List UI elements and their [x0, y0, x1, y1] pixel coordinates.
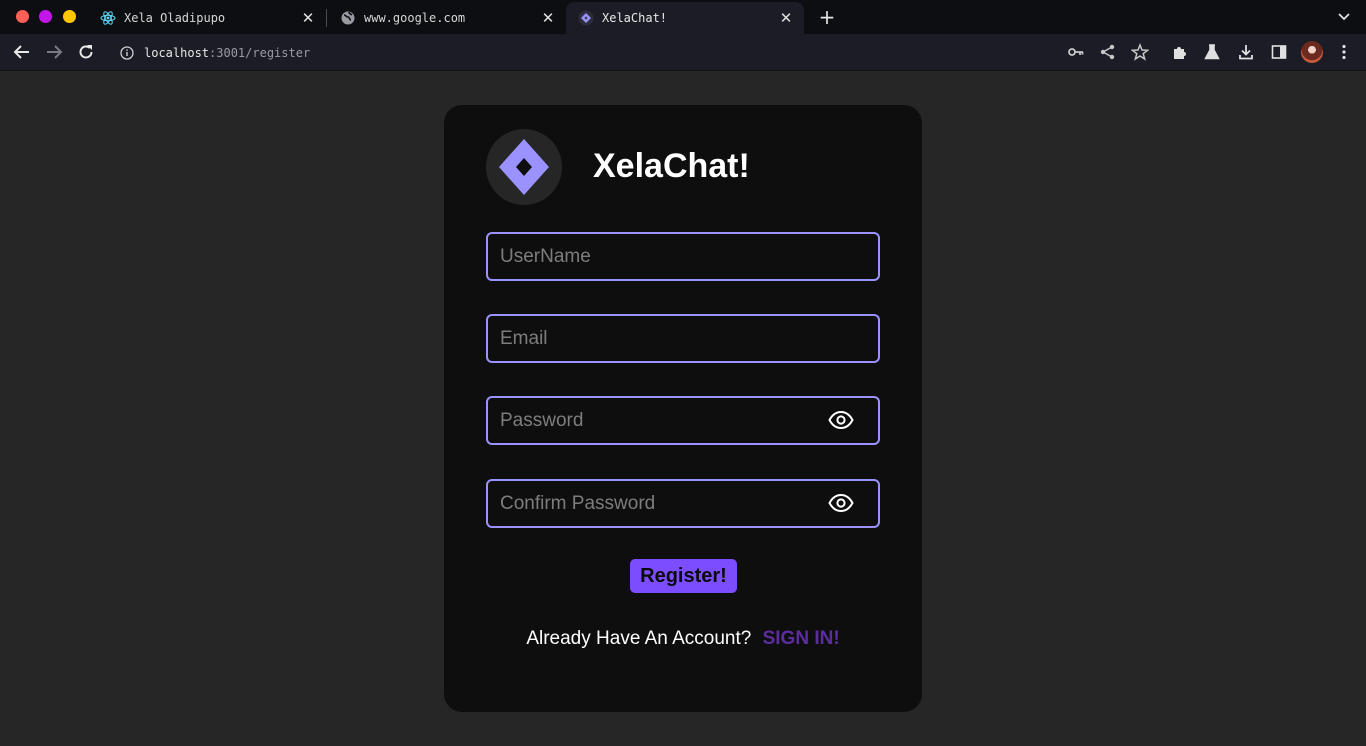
labs-flask-icon[interactable]: [1202, 42, 1222, 62]
tab-label: www.google.com: [364, 11, 466, 25]
xelachat-icon: [578, 10, 594, 26]
username-input[interactable]: [488, 234, 818, 279]
register-card: XelaChat! Register! Already Have An Acco…: [444, 105, 922, 712]
confirm-password-input[interactable]: [488, 481, 818, 526]
bookmark-star-icon[interactable]: [1130, 42, 1150, 62]
reload-icon[interactable]: [74, 41, 98, 63]
forward-arrow-icon[interactable]: [42, 41, 66, 63]
register-button[interactable]: Register!: [630, 559, 737, 593]
site-info-icon[interactable]: [120, 45, 134, 60]
tab-close-icon[interactable]: ✕: [778, 9, 794, 27]
confirm-password-field: [486, 479, 880, 528]
share-icon[interactable]: [1098, 42, 1118, 62]
tab-xelachat[interactable]: XelaChat! ✕: [566, 2, 804, 34]
tab-divider: [326, 9, 327, 27]
page-background: XelaChat! Register! Already Have An Acco…: [0, 71, 1366, 746]
url-host: localhost: [144, 45, 210, 60]
back-arrow-icon[interactable]: [10, 41, 34, 63]
browser-toolbar: localhost:3001/register: [0, 34, 1366, 71]
key-icon[interactable]: [1066, 42, 1086, 62]
react-icon: [100, 10, 116, 26]
signin-prompt: Already Have An Account?: [526, 628, 752, 649]
globe-icon: [340, 10, 356, 26]
username-field: [486, 232, 880, 281]
tab-label: Xela Oladipupo: [124, 11, 226, 25]
diamond-logo-icon: [499, 139, 549, 195]
password-input[interactable]: [488, 398, 818, 443]
show-confirm-password-eye-icon[interactable]: [828, 493, 854, 513]
email-input[interactable]: [488, 316, 818, 361]
tab-google[interactable]: www.google.com ✕: [328, 2, 566, 34]
url-path: :3001/register: [209, 45, 311, 60]
tab-close-icon[interactable]: ✕: [540, 9, 556, 27]
brand-title: XelaChat!: [593, 147, 750, 185]
tab-label: XelaChat!: [602, 11, 668, 25]
chevron-down-icon[interactable]: [1336, 8, 1352, 24]
menu-kebab-icon[interactable]: [1334, 42, 1354, 62]
signin-row: Already Have An Account? SIGN IN!: [444, 628, 922, 650]
browser-tab-bar: Xela Oladipupo ✕ www.google.com ✕ XelaCh…: [0, 0, 1366, 34]
window-zoom-button[interactable]: [63, 10, 76, 23]
tab-close-icon[interactable]: ✕: [300, 9, 316, 27]
new-tab-icon[interactable]: +: [816, 5, 838, 29]
email-field: [486, 314, 880, 363]
signin-link[interactable]: SIGN IN!: [763, 628, 840, 649]
extensions-puzzle-icon[interactable]: [1170, 42, 1190, 62]
brand-logo: [486, 129, 562, 205]
password-field: [486, 396, 880, 445]
side-panel-icon[interactable]: [1269, 42, 1289, 62]
address-bar[interactable]: localhost:3001/register: [110, 38, 1156, 67]
window-minimize-button[interactable]: [39, 10, 52, 23]
tab-xela-oladipupo[interactable]: Xela Oladipupo ✕: [88, 2, 326, 34]
show-password-eye-icon[interactable]: [828, 410, 854, 430]
profile-avatar[interactable]: [1301, 41, 1323, 63]
download-icon[interactable]: [1236, 42, 1256, 62]
window-close-button[interactable]: [16, 10, 29, 23]
